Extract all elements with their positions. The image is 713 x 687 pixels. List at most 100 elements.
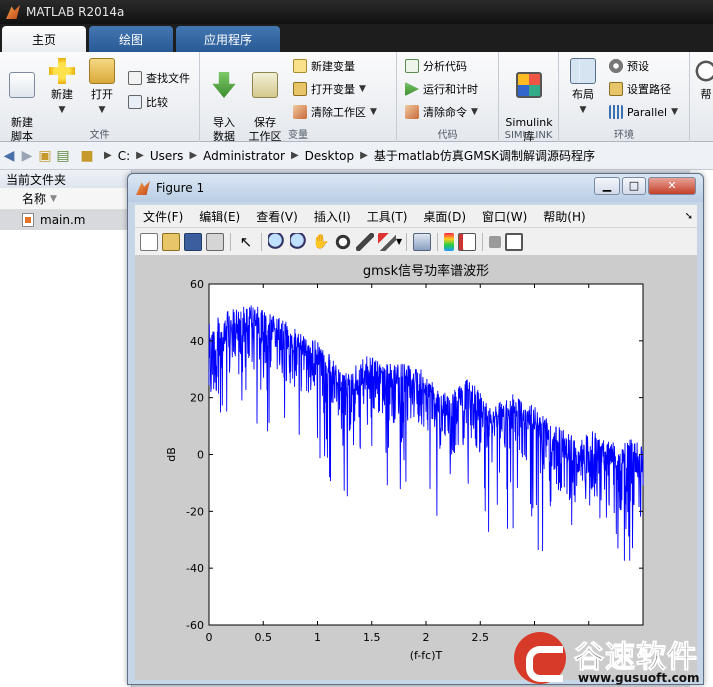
ribbon-group-code: 分析代码 运行和计时 清除命令 ▼ 代码: [397, 52, 499, 142]
y-axis-label: dB: [165, 447, 178, 462]
tab-apps[interactable]: 应用程序: [176, 26, 280, 52]
new-variable-icon: [293, 59, 307, 73]
new-button[interactable]: 新建 ▼: [42, 58, 82, 117]
show-plot-tools-icon[interactable]: [505, 232, 524, 251]
layout-icon: [570, 58, 596, 84]
rotate-3d-icon[interactable]: [334, 232, 352, 251]
set-path-button[interactable]: 设置路径: [609, 79, 671, 99]
chevron-down-icon[interactable]: ▼: [396, 237, 402, 246]
minimize-icon: ▁: [602, 179, 612, 192]
brush-icon[interactable]: [378, 232, 396, 251]
clear-commands-button[interactable]: 清除命令 ▼: [405, 102, 478, 122]
breadcrumb-project-folder[interactable]: 基于matlab仿真GMSK调制解调源码程序: [374, 147, 595, 164]
open-file-icon[interactable]: [162, 232, 180, 251]
tab-plots[interactable]: 绘图: [89, 26, 173, 52]
x-tick-label: 1.5: [363, 631, 381, 644]
simulink-icon: [516, 72, 542, 98]
matlab-logo-icon: [6, 5, 20, 19]
menu-tools[interactable]: 工具(T): [359, 208, 416, 225]
ribbon-tabs: 主页 绘图 应用程序: [0, 24, 713, 52]
set-path-icon: [609, 82, 623, 96]
help-button[interactable]: 帮: [694, 58, 713, 102]
menu-edit[interactable]: 编辑(E): [191, 208, 248, 225]
up-folder-icon[interactable]: ▣: [36, 148, 54, 164]
breadcrumb-users[interactable]: Users: [150, 149, 184, 163]
new-variable-button[interactable]: 新建变量: [293, 56, 355, 76]
hide-plot-tools-icon[interactable]: [489, 235, 502, 248]
current-folder-title: 当前文件夹: [0, 170, 131, 188]
breadcrumb-administrator[interactable]: Administrator: [203, 149, 285, 163]
zoom-in-icon[interactable]: [268, 232, 286, 251]
group-label-environment: 环境: [614, 130, 634, 141]
list-item[interactable]: main.m: [0, 210, 131, 230]
run-and-time-button[interactable]: 运行和计时: [405, 79, 478, 99]
save-icon[interactable]: [184, 232, 202, 251]
compare-button[interactable]: 比较: [128, 92, 168, 112]
pointer-icon[interactable]: ↖: [237, 233, 255, 251]
layout-label: 布局: [572, 88, 594, 101]
pan-hand-icon[interactable]: ✋: [312, 233, 330, 251]
zoom-out-icon[interactable]: [290, 232, 308, 251]
breadcrumb-separator: ▶: [136, 150, 144, 161]
print-icon[interactable]: [206, 232, 224, 251]
sort-down-icon: ▼: [50, 193, 57, 204]
menu-insert[interactable]: 插入(I): [306, 208, 359, 225]
file-name: main.m: [40, 213, 86, 227]
clear-workspace-button[interactable]: 清除工作区 ▼: [293, 102, 377, 122]
back-arrow-icon[interactable]: ◀: [0, 148, 18, 164]
x-tick-label: 0.5: [255, 631, 273, 644]
menu-file[interactable]: 文件(F): [135, 208, 191, 225]
maximize-icon: □: [628, 179, 640, 192]
menu-desktop[interactable]: 桌面(D): [415, 208, 474, 225]
toolbar-separator: [406, 232, 408, 251]
run-icon: [405, 82, 419, 96]
forward-arrow-icon[interactable]: ▶: [18, 148, 36, 164]
chevron-down-icon: ▼: [471, 107, 478, 117]
figure-menubar: 文件(F) 编辑(E) 查看(V) 插入(I) 工具(T) 桌面(D) 窗口(W…: [135, 205, 697, 227]
breadcrumb-separator: ▶: [104, 150, 112, 161]
breadcrumb-separator: ▶: [360, 150, 368, 161]
compare-icon: [128, 95, 142, 109]
new-variable-label: 新建变量: [311, 60, 355, 73]
breadcrumb-desktop[interactable]: Desktop: [305, 149, 355, 163]
group-label-simulink: SIMULINK: [504, 130, 553, 141]
breadcrumb-separator: ▶: [189, 150, 198, 161]
preferences-button[interactable]: 预设: [609, 56, 649, 76]
minimize-button[interactable]: ▁: [594, 177, 620, 195]
breadcrumb-drive[interactable]: C:: [118, 149, 130, 163]
toolbar-separator: [261, 232, 262, 251]
menu-window[interactable]: 窗口(W): [474, 208, 535, 225]
toolbar-separator: [230, 232, 231, 251]
colorbar-icon[interactable]: [444, 232, 455, 251]
find-files-button[interactable]: 查找文件: [128, 68, 190, 88]
new-figure-icon[interactable]: [140, 232, 158, 251]
browse-folder-icon[interactable]: ▤: [54, 148, 72, 164]
link-plot-icon[interactable]: [413, 232, 432, 251]
parallel-button[interactable]: Parallel ▼: [609, 102, 678, 122]
watermark-url: www.gusuoft.com: [578, 671, 700, 685]
breadcrumb-separator: ▶: [290, 150, 299, 161]
tab-home[interactable]: 主页: [2, 26, 86, 52]
group-label-code: 代码: [437, 130, 458, 141]
legend-icon[interactable]: [458, 232, 477, 251]
group-label-file: 文件: [89, 130, 110, 141]
ribbon-group-file: 新建 脚本 新建 ▼ 打开 ▼ 查找文件 比较 文件: [0, 52, 200, 143]
menu-view[interactable]: 查看(V): [248, 208, 306, 225]
open-variable-button[interactable]: 打开变量 ▼: [293, 79, 366, 99]
x-tick-label: 0: [206, 631, 213, 644]
watermark: 谷速软件 www.gusuoft.com: [500, 630, 713, 687]
matlab-titlebar: MATLAB R2014a: [0, 0, 713, 24]
analyze-code-button[interactable]: 分析代码: [405, 56, 467, 76]
menu-help[interactable]: 帮助(H): [535, 208, 593, 225]
dock-arrow-icon[interactable]: ➘: [685, 211, 693, 222]
new-script-icon: [9, 72, 35, 98]
name-column-header[interactable]: 名称 ▼: [0, 188, 131, 210]
layout-button[interactable]: 布局 ▼: [563, 58, 603, 117]
new-label: 新建: [51, 88, 73, 101]
data-cursor-icon[interactable]: [356, 232, 374, 251]
y-tick-label: -20: [186, 505, 204, 518]
maximize-button[interactable]: □: [622, 177, 646, 195]
compare-label: 比较: [146, 96, 168, 109]
open-button[interactable]: 打开 ▼: [82, 58, 122, 117]
close-button[interactable]: ✕: [648, 177, 696, 195]
